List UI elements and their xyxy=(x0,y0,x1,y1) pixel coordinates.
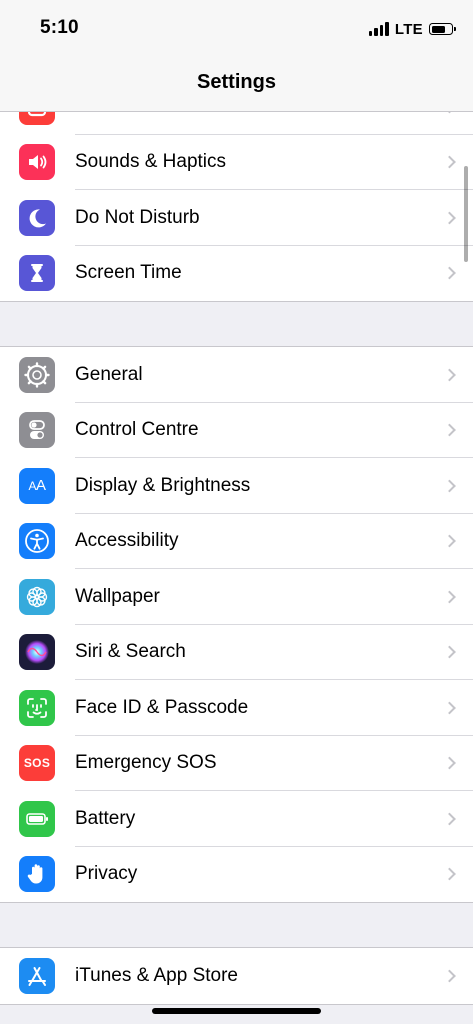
row-label: Wallpaper xyxy=(75,585,160,607)
flower-icon xyxy=(19,578,55,615)
status-bar: 5:10 LTE xyxy=(0,0,473,56)
row-label: Accessibility xyxy=(75,530,179,552)
row-label: Sounds & Haptics xyxy=(75,151,227,173)
toggles-icon xyxy=(19,412,55,449)
chevron-right-icon xyxy=(443,701,456,715)
sos-icon: SOS xyxy=(19,745,55,782)
scroll-indicator[interactable] xyxy=(464,166,468,262)
row-face-id-passcode[interactable]: Face ID & Passcode xyxy=(0,680,473,736)
row-battery[interactable]: Battery xyxy=(0,791,473,847)
row-label: iTunes & App Store xyxy=(75,964,239,986)
row-accessibility[interactable]: Accessibility xyxy=(0,514,473,569)
row-control-centre[interactable]: Control Centre xyxy=(0,403,473,458)
gear-icon xyxy=(19,356,55,393)
row-label: Emergency SOS xyxy=(75,752,217,774)
chevron-right-icon xyxy=(443,756,456,770)
settings-list[interactable]: Notifications Sounds & Haptics xyxy=(0,78,473,1005)
chevron-right-icon xyxy=(443,590,456,604)
row-label: Privacy xyxy=(75,863,138,885)
sos-badge-text: SOS xyxy=(23,756,51,771)
battery-level-fill xyxy=(431,25,445,33)
accessibility-icon xyxy=(19,523,55,560)
chevron-right-icon xyxy=(443,645,456,659)
text-size-icon: AA xyxy=(19,467,55,504)
row-emergency-sos[interactable]: SOS Emergency SOS xyxy=(0,736,473,791)
chevron-right-icon xyxy=(443,211,456,225)
hand-icon xyxy=(19,856,55,893)
row-label: General xyxy=(75,363,143,385)
chevron-right-icon xyxy=(443,266,456,280)
row-sounds-haptics[interactable]: Sounds & Haptics xyxy=(0,135,473,190)
cellular-signal-icon xyxy=(368,22,389,36)
row-label: Control Centre xyxy=(75,419,199,441)
chevron-right-icon xyxy=(443,969,456,983)
section-spacer xyxy=(0,903,473,947)
chevron-right-icon xyxy=(443,368,456,382)
navigation-bar: Settings xyxy=(0,56,473,112)
row-label: Screen Time xyxy=(75,262,182,284)
row-itunes-app-store[interactable]: iTunes & App Store xyxy=(0,948,473,1004)
moon-icon xyxy=(19,199,55,236)
chevron-right-icon xyxy=(443,479,456,493)
row-general[interactable]: General xyxy=(0,347,473,403)
chevron-right-icon xyxy=(443,812,456,826)
app-store-icon xyxy=(19,957,55,994)
row-label: Face ID & Passcode xyxy=(75,696,249,718)
chevron-right-icon xyxy=(443,534,456,548)
row-privacy[interactable]: Privacy xyxy=(0,847,473,903)
row-screen-time[interactable]: Screen Time xyxy=(0,246,473,302)
status-indicators: LTE xyxy=(368,20,456,38)
chevron-right-icon xyxy=(443,867,456,881)
row-label: Do Not Disturb xyxy=(75,206,200,228)
siri-icon xyxy=(19,634,55,671)
battery-status-icon xyxy=(429,23,456,35)
hourglass-icon xyxy=(19,255,55,292)
status-time: 5:10 xyxy=(40,17,79,38)
settings-screen: 5:10 LTE Settings Notifications xyxy=(0,0,473,1024)
row-label: Battery xyxy=(75,807,136,829)
row-wallpaper[interactable]: Wallpaper xyxy=(0,569,473,625)
face-id-icon xyxy=(19,689,55,726)
settings-group-store: iTunes & App Store xyxy=(0,947,473,1005)
battery-icon xyxy=(19,800,55,837)
chevron-right-icon xyxy=(443,155,456,169)
chevron-right-icon xyxy=(443,423,456,437)
row-siri-search[interactable]: Siri & Search xyxy=(0,625,473,680)
row-do-not-disturb[interactable]: Do Not Disturb xyxy=(0,190,473,246)
row-label: Display & Brightness xyxy=(75,474,251,496)
settings-group-general: General Control Centre AA Display & Brig… xyxy=(0,346,473,903)
home-indicator[interactable] xyxy=(152,1008,321,1014)
carrier-label: LTE xyxy=(394,20,423,38)
row-label: Siri & Search xyxy=(75,641,186,663)
page-title: Settings xyxy=(197,71,276,93)
row-display-brightness[interactable]: AA Display & Brightness xyxy=(0,458,473,514)
section-spacer xyxy=(0,302,473,346)
speaker-icon xyxy=(19,144,55,181)
